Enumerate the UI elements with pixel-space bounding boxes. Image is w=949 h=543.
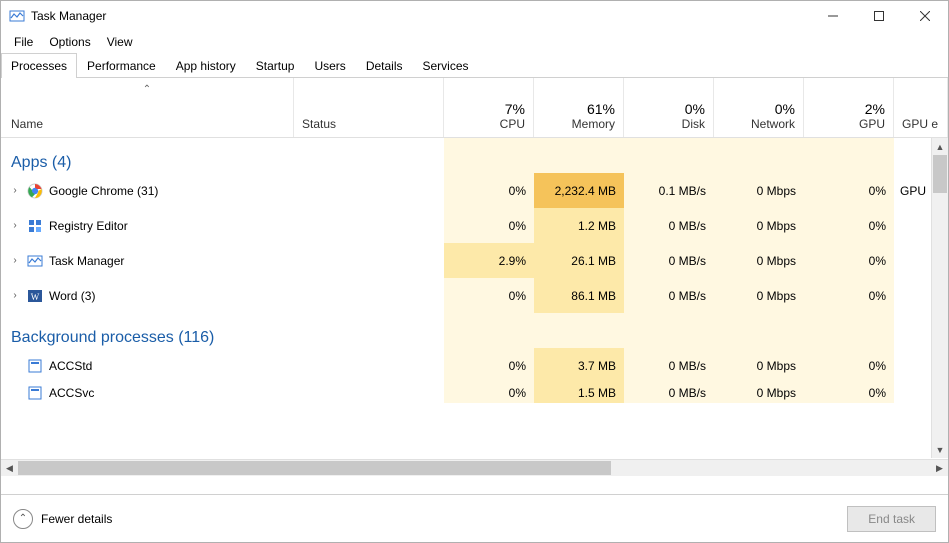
- row-chrome[interactable]: › Google Chrome (31) 0% 2,232.4 MB 0.1 M…: [1, 173, 930, 208]
- tab-services[interactable]: Services: [413, 53, 479, 78]
- group-background-label: Background processes (116): [1, 313, 444, 353]
- menu-file[interactable]: File: [7, 33, 40, 51]
- tab-apphistory[interactable]: App history: [166, 53, 246, 78]
- process-name: Registry Editor: [49, 219, 128, 233]
- expand-icon[interactable]: ›: [9, 220, 21, 231]
- menu-view[interactable]: View: [100, 33, 140, 51]
- end-task-button[interactable]: End task: [847, 506, 936, 532]
- chrome-icon: [27, 183, 43, 199]
- col-memory[interactable]: 61%Memory: [534, 78, 624, 137]
- col-gpu[interactable]: 2%GPU: [804, 78, 894, 137]
- tab-processes[interactable]: Processes: [1, 53, 77, 78]
- horizontal-scrollbar[interactable]: ◀ ▶: [1, 459, 948, 476]
- sort-indicator-icon: ⌃: [143, 84, 151, 95]
- window-title: Task Manager: [31, 9, 810, 23]
- scroll-up-icon[interactable]: ▲: [932, 138, 948, 155]
- row-word[interactable]: › W Word (3) 0% 86.1 MB 0 MB/s 0 Mbps 0%: [1, 278, 930, 313]
- process-name: ACCSvc: [49, 386, 94, 400]
- expand-icon[interactable]: ›: [9, 185, 21, 196]
- tab-details[interactable]: Details: [356, 53, 413, 78]
- col-cpu[interactable]: 7%CPU: [444, 78, 534, 137]
- tab-users[interactable]: Users: [304, 53, 355, 78]
- table-body: Apps (4) › Google Chrome (31) 0%: [1, 138, 930, 476]
- process-name: Google Chrome (31): [49, 184, 158, 198]
- expand-icon[interactable]: ›: [9, 290, 21, 301]
- process-table-area: ⌃ Name Status 7%CPU 61%Memory 0%Disk 0%N…: [1, 78, 948, 494]
- col-gpu-engine[interactable]: GPU e: [894, 78, 948, 137]
- task-manager-window: Task Manager File Options View Processes…: [0, 0, 949, 543]
- menubar: File Options View: [1, 31, 948, 53]
- maximize-button[interactable]: [856, 1, 902, 31]
- generic-app-icon: [27, 385, 43, 401]
- col-disk[interactable]: 0%Disk: [624, 78, 714, 137]
- word-icon: W: [27, 288, 43, 304]
- row-taskmgr[interactable]: › Task Manager 2.9% 26.1 MB 0 MB/s 0 Mbp…: [1, 243, 930, 278]
- col-name[interactable]: ⌃ Name: [1, 78, 294, 137]
- group-background: Background processes (116): [1, 313, 930, 348]
- row-regedit[interactable]: › Registry Editor 0% 1.2 MB 0 MB/s 0 Mbp…: [1, 208, 930, 243]
- scroll-thumb[interactable]: [18, 461, 611, 475]
- tabstrip: Processes Performance App history Startu…: [1, 53, 948, 78]
- svg-text:W: W: [31, 292, 40, 302]
- menu-options[interactable]: Options: [42, 33, 97, 51]
- vertical-scrollbar[interactable]: ▲ ▼: [931, 138, 948, 458]
- scroll-right-icon[interactable]: ▶: [931, 460, 948, 476]
- chevron-up-icon: ⌃: [13, 509, 33, 529]
- fewer-details-button[interactable]: ⌃ Fewer details: [13, 509, 112, 529]
- row-accsvc[interactable]: › ACCSvc 0% 1.5 MB 0 MB/s 0 Mbps 0%: [1, 383, 930, 403]
- expand-icon[interactable]: ›: [9, 255, 21, 266]
- group-apps: Apps (4): [1, 138, 930, 173]
- process-name: ACCStd: [49, 359, 92, 373]
- generic-app-icon: [27, 358, 43, 374]
- col-network[interactable]: 0%Network: [714, 78, 804, 137]
- row-accstd[interactable]: › ACCStd 0% 3.7 MB 0 MB/s 0 Mbps 0%: [1, 348, 930, 383]
- process-name: Task Manager: [49, 254, 124, 268]
- table-header: ⌃ Name Status 7%CPU 61%Memory 0%Disk 0%N…: [1, 78, 948, 138]
- window-controls: [810, 1, 948, 31]
- task-manager-icon: [9, 8, 25, 24]
- minimize-button[interactable]: [810, 1, 856, 31]
- process-name: Word (3): [49, 289, 95, 303]
- scroll-down-icon[interactable]: ▼: [932, 441, 948, 458]
- scroll-left-icon[interactable]: ◀: [1, 460, 18, 476]
- tab-startup[interactable]: Startup: [246, 53, 305, 78]
- regedit-icon: [27, 218, 43, 234]
- titlebar[interactable]: Task Manager: [1, 1, 948, 31]
- tab-performance[interactable]: Performance: [77, 53, 166, 78]
- col-status[interactable]: Status: [294, 78, 444, 137]
- task-manager-icon: [27, 253, 43, 269]
- group-apps-label: Apps (4): [1, 138, 444, 178]
- scroll-thumb[interactable]: [933, 155, 947, 193]
- footer: ⌃ Fewer details End task: [1, 494, 948, 542]
- close-button[interactable]: [902, 1, 948, 31]
